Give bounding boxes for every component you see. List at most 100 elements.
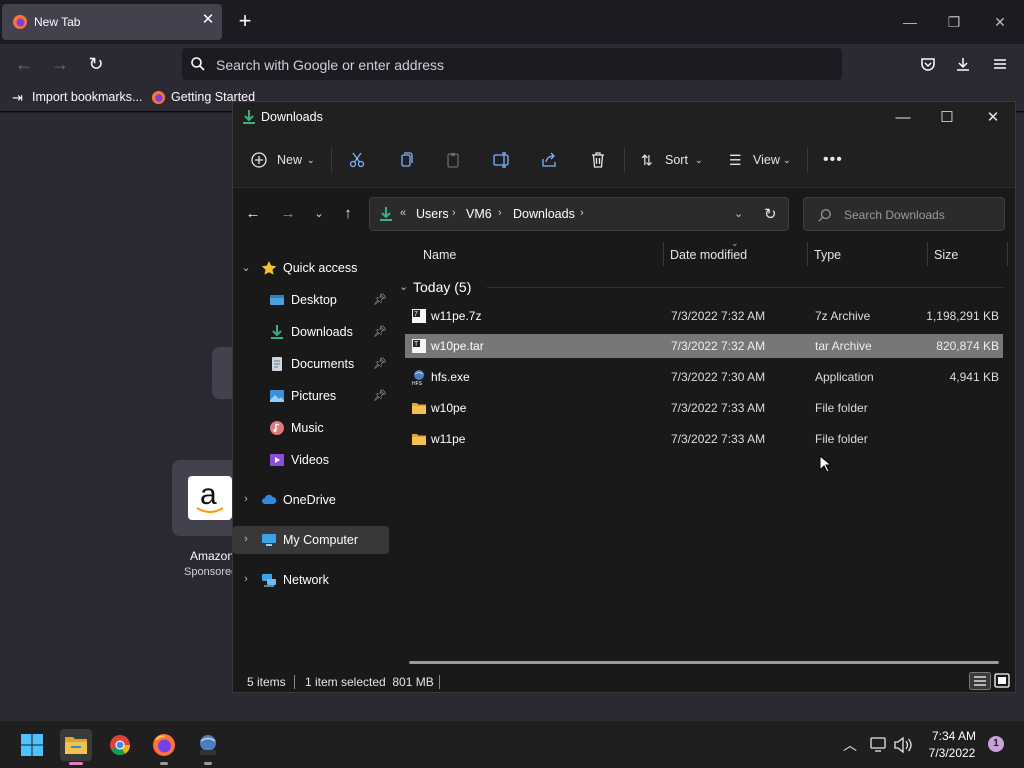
back-icon[interactable]: ←	[12, 52, 36, 76]
search-icon	[818, 209, 831, 222]
close-icon[interactable]: ✕	[973, 106, 1013, 130]
tab-new-tab[interactable]: New Tab ✕	[2, 4, 222, 40]
forward-icon[interactable]: →	[278, 204, 298, 224]
column-header-size[interactable]: Size	[934, 248, 958, 262]
import-icon: ⇥	[12, 90, 23, 105]
chevron-right-icon[interactable]: ›	[239, 533, 253, 545]
taskbar-hfs[interactable]	[192, 729, 224, 765]
up-icon[interactable]: ↑	[338, 204, 358, 224]
rename-icon[interactable]	[493, 152, 511, 168]
nav-item-documents[interactable]: Documents 📌︎	[233, 350, 389, 378]
bookmark-import[interactable]: Import bookmarks...	[32, 90, 142, 104]
column-header-type[interactable]: Type	[814, 248, 841, 262]
search-input[interactable]: Search Downloads	[803, 197, 1005, 231]
restore-icon[interactable]: ❐	[940, 8, 968, 36]
pin-icon[interactable]: 📌︎	[373, 325, 387, 338]
show-hidden-icons-icon[interactable]: ︿	[840, 735, 860, 755]
file-row[interactable]: w11pe 7/3/2022 7:33 AM File folder	[405, 427, 1003, 451]
nav-item-downloads[interactable]: Downloads 📌︎	[233, 318, 389, 346]
copy-icon[interactable]	[398, 152, 414, 168]
minimize-icon[interactable]: —	[883, 106, 923, 130]
reload-icon[interactable]: ↻	[84, 52, 108, 76]
taskbar-chrome[interactable]	[104, 729, 136, 761]
column-divider[interactable]	[807, 242, 808, 266]
taskbar-file-explorer[interactable]	[60, 729, 92, 765]
file-explorer-window: Downloads — ☐ ✕ New ⌄ ⇅ Sort ⌄ ☰ View ⌄ …	[232, 101, 1016, 693]
chevron-down-icon[interactable]: ⌄	[239, 261, 253, 274]
sort-button[interactable]: ⇅ Sort ⌄	[641, 148, 705, 172]
chevron-right-icon[interactable]: ›	[498, 207, 502, 219]
recent-locations-icon[interactable]: ⌄	[309, 204, 329, 224]
column-divider[interactable]	[663, 242, 664, 266]
address-dropdown-icon[interactable]: ⌄	[734, 207, 743, 220]
new-button[interactable]: New ⌄	[251, 148, 323, 172]
refresh-icon[interactable]: ↻	[764, 205, 777, 223]
address-bar[interactable]: Search with Google or enter address	[182, 48, 842, 80]
forward-icon[interactable]: →	[48, 52, 72, 76]
breadcrumb-bar[interactable]: « Users › VM6 › Downloads › ⌄ ↻	[369, 197, 789, 231]
file-row-selected[interactable]: T w10pe.tar 7/3/2022 7:32 AM tar Archive…	[405, 334, 1003, 358]
volume-icon[interactable]	[893, 736, 913, 754]
download-icon	[243, 110, 255, 124]
clock-time[interactable]: 7:34 AM	[928, 729, 980, 743]
start-button[interactable]	[16, 729, 48, 761]
nav-item-quick-access[interactable]: ⌄ Quick access	[233, 254, 389, 282]
chevron-right-icon[interactable]: ›	[239, 573, 253, 585]
minimize-icon[interactable]: —	[896, 8, 924, 36]
paste-icon[interactable]	[445, 152, 461, 168]
file-row[interactable]: w10pe 7/3/2022 7:33 AM File folder	[405, 396, 1003, 420]
close-window-icon[interactable]: ✕	[986, 8, 1014, 36]
maximize-icon[interactable]: ☐	[927, 106, 967, 130]
column-header-date[interactable]: Date modified	[670, 248, 747, 262]
chevron-right-icon[interactable]: ›	[580, 207, 584, 219]
view-button[interactable]: ☰ View ⌄	[729, 148, 797, 172]
browser-tab-bar: New Tab ✕ + — ❐ ✕	[0, 0, 1024, 44]
downloads-icon[interactable]	[955, 56, 971, 72]
large-icons-view-icon[interactable]	[993, 672, 1011, 690]
breadcrumb-users[interactable]: Users	[416, 207, 449, 221]
breadcrumb-overflow[interactable]: «	[400, 207, 406, 219]
nav-item-my-computer[interactable]: › My Computer	[233, 526, 389, 554]
pin-icon[interactable]: 📌︎	[373, 293, 387, 306]
new-tab-button[interactable]: +	[234, 10, 256, 32]
share-icon[interactable]	[541, 152, 557, 168]
cut-icon[interactable]	[349, 152, 365, 168]
nav-label: Downloads	[291, 325, 353, 339]
menu-icon[interactable]	[992, 56, 1008, 72]
file-size: 1,198,291 KB	[926, 309, 999, 323]
network-status-icon[interactable]	[869, 736, 887, 754]
file-date: 7/3/2022 7:33 AM	[671, 401, 766, 415]
back-icon[interactable]: ←	[243, 204, 263, 224]
group-header[interactable]: Today (5)	[413, 279, 471, 295]
close-tab-icon[interactable]: ✕	[200, 12, 216, 28]
nav-item-network[interactable]: › Network	[233, 566, 389, 594]
pin-icon[interactable]: 📌︎	[373, 389, 387, 402]
nav-item-music[interactable]: Music	[233, 414, 389, 442]
document-icon	[272, 357, 282, 371]
file-type: File folder	[815, 432, 868, 446]
clock-date[interactable]: 7/3/2022	[926, 746, 978, 760]
notification-badge[interactable]: 1	[988, 736, 1004, 752]
taskbar-firefox[interactable]	[148, 729, 180, 765]
nav-item-onedrive[interactable]: › OneDrive	[233, 486, 389, 514]
more-options-icon[interactable]: •••	[823, 148, 843, 172]
column-header-name[interactable]: Name	[423, 248, 456, 262]
chevron-down-icon[interactable]: ⌄	[399, 280, 408, 293]
horizontal-scrollbar[interactable]	[409, 661, 999, 664]
delete-icon[interactable]	[590, 152, 606, 168]
column-divider[interactable]	[1007, 242, 1008, 266]
file-row[interactable]: HFS hfs.exe 7/3/2022 7:30 AM Application…	[405, 365, 1003, 389]
nav-item-videos[interactable]: Videos	[233, 446, 389, 474]
file-row[interactable]: 7 w11pe.7z 7/3/2022 7:32 AM 7z Archive 1…	[405, 304, 1003, 328]
breadcrumb-vm6[interactable]: VM6	[466, 207, 492, 221]
pin-icon[interactable]: 📌︎	[373, 357, 387, 370]
chevron-right-icon[interactable]: ›	[452, 207, 456, 219]
breadcrumb-downloads[interactable]: Downloads	[513, 207, 575, 221]
column-divider[interactable]	[927, 242, 928, 266]
nav-item-desktop[interactable]: Desktop 📌︎	[233, 286, 389, 314]
details-view-icon[interactable]	[969, 672, 991, 690]
pocket-icon[interactable]	[920, 56, 936, 72]
nav-item-pictures[interactable]: Pictures 📌︎	[233, 382, 389, 410]
firefox-icon	[13, 15, 27, 29]
chevron-right-icon[interactable]: ›	[239, 493, 253, 505]
